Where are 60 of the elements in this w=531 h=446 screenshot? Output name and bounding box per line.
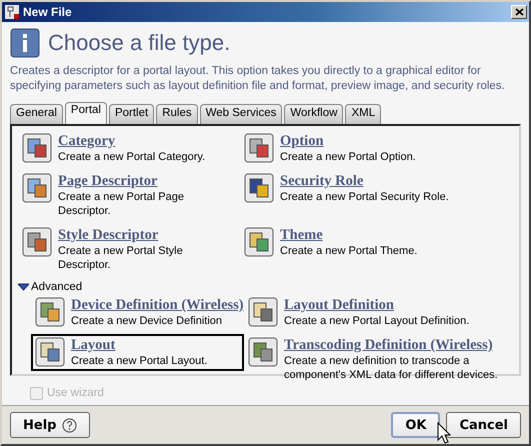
item-description: Create a new Portal Layout Definition. [284, 314, 470, 328]
section-label: Advanced [31, 281, 82, 293]
file-type-item[interactable]: Page Descriptor Create a new Portal Page Descriptor. [18, 170, 240, 221]
item-description: Create a new Portal Theme. [280, 244, 418, 258]
file-type-icon [244, 173, 274, 203]
item-description: Create a new Portal Category. [58, 150, 206, 164]
item-description: Create a new Portal Option. [280, 150, 416, 164]
item-description: Create a new Portal Layout. [71, 354, 208, 368]
file-type-item[interactable]: Style Descriptor Create a new Portal Style Descriptor. [18, 224, 240, 275]
file-type-icon [22, 173, 52, 203]
item-title: Category [58, 133, 116, 150]
close-button[interactable] [511, 5, 527, 19]
tab[interactable]: Workflow [284, 104, 344, 124]
item-title: Page Descriptor [58, 173, 158, 190]
file-type-icon [248, 297, 278, 327]
checkbox-label: Use wizard [47, 387, 104, 399]
item-title: Layout Definition [284, 297, 395, 314]
file-type-icon [22, 133, 52, 163]
item-title: Security Role [280, 173, 364, 190]
file-type-icon [35, 297, 65, 327]
file-type-item[interactable]: Theme Create a new Portal Theme. [240, 224, 513, 261]
tab[interactable]: Rules [156, 104, 198, 124]
item-title: Option [280, 133, 325, 150]
tab[interactable]: General [10, 104, 63, 124]
file-type-icon [22, 227, 52, 257]
cancel-button[interactable]: Cancel [446, 412, 521, 438]
file-type-item[interactable]: Layout Definition Create a new Portal Layout Definition. [244, 294, 513, 331]
item-description: Create a new definition to transcode a component's XML data for different devices. [284, 354, 499, 382]
item-title: Style Descriptor [58, 227, 160, 244]
tab[interactable]: Web Services [200, 104, 282, 124]
file-type-icon [244, 133, 274, 163]
close-icon [514, 7, 524, 17]
item-title: Device Definition (Wireless) [71, 297, 244, 314]
item-description: Create a new Device Definition [71, 314, 224, 328]
item-title: Theme [280, 227, 324, 244]
app-icon [4, 4, 20, 20]
tab[interactable]: Portlet [108, 104, 154, 124]
item-title: Layout [71, 337, 116, 354]
ok-button[interactable]: OK [391, 412, 440, 438]
file-type-item[interactable]: Category Create a new Portal Category. [18, 130, 240, 167]
item-description: Create a new Portal Security Role. [280, 190, 449, 204]
file-type-item[interactable]: Layout Create a new Portal Layout. [31, 334, 244, 371]
file-type-item[interactable]: Transcoding Definition (Wireless) Create a new definition to transcode a component's XML data for different devices. [244, 334, 513, 385]
file-type-item[interactable]: Device Definition (Wireless) Create a new Device Definition [31, 294, 244, 331]
file-type-icon [248, 337, 278, 367]
item-description: Create a new Portal Style Descriptor. [58, 244, 184, 272]
help-button[interactable]: Help [10, 412, 90, 438]
window-title: New File [23, 5, 73, 19]
file-type-icon [35, 337, 65, 367]
help-icon [62, 418, 78, 432]
item-description: Create a new Portal Page Descriptor. [58, 190, 185, 218]
item-title: Transcoding Definition (Wireless) [284, 337, 494, 354]
file-type-icon [244, 227, 274, 257]
info-icon [10, 28, 40, 58]
dialog-heading: Choose a file type. [48, 30, 230, 56]
file-type-item[interactable]: Security Role Create a new Portal Security Role. [240, 170, 513, 207]
tab[interactable]: Portal [64, 102, 107, 124]
file-type-item[interactable]: Option Create a new Portal Option. [240, 130, 513, 167]
description-text: Creates a descriptor for a portal layout. This option takes you directly to a graphical editor for specifying parameters such as layout definition file and format, preview image, and security roles. [9, 64, 506, 94]
tab[interactable]: XML [345, 104, 382, 124]
